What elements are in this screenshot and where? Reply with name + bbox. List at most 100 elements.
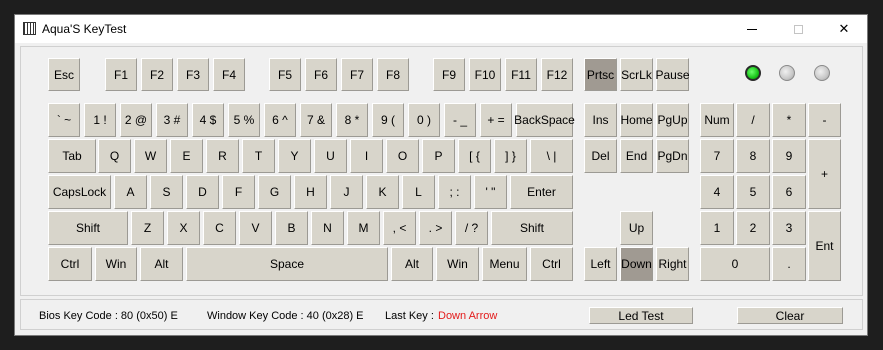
key-num-enter[interactable]: Ent: [808, 211, 841, 281]
key-equals[interactable]: + =: [480, 103, 512, 137]
key-num-dot[interactable]: .: [772, 247, 806, 281]
key-f2[interactable]: F2: [141, 58, 173, 91]
key-semicolon[interactable]: ; :: [438, 175, 471, 209]
key-num-plus[interactable]: +: [808, 139, 841, 209]
key-f12[interactable]: F12: [541, 58, 573, 91]
key-num-div[interactable]: /: [736, 103, 770, 137]
key-prtsc[interactable]: Prtsc: [584, 58, 617, 91]
key-a[interactable]: A: [114, 175, 147, 209]
key-rshift[interactable]: Shift: [491, 211, 573, 245]
minimize-button[interactable]: [729, 15, 775, 43]
key-end[interactable]: End: [620, 139, 653, 173]
key-n[interactable]: N: [311, 211, 344, 245]
key-f9[interactable]: F9: [433, 58, 465, 91]
key-num-minus[interactable]: -: [808, 103, 841, 137]
key-f8[interactable]: F8: [377, 58, 409, 91]
key-pgup[interactable]: PgUp: [656, 103, 689, 137]
key-c[interactable]: C: [203, 211, 236, 245]
key-slash[interactable]: / ?: [455, 211, 488, 245]
key-f3[interactable]: F3: [177, 58, 209, 91]
key-num8[interactable]: 8: [736, 139, 770, 173]
key-minus[interactable]: - _: [444, 103, 476, 137]
key-f5[interactable]: F5: [269, 58, 301, 91]
key-backtick[interactable]: ` ~: [48, 103, 80, 137]
key-k[interactable]: K: [366, 175, 399, 209]
key-m[interactable]: M: [347, 211, 380, 245]
key-9[interactable]: 9 (: [372, 103, 404, 137]
key-pgdn[interactable]: PgDn: [656, 139, 689, 173]
key-left[interactable]: Left: [584, 247, 617, 281]
close-button[interactable]: ✕: [821, 15, 867, 43]
key-tab[interactable]: Tab: [48, 139, 96, 173]
key-num1[interactable]: 1: [700, 211, 734, 245]
key-num-mul[interactable]: *: [772, 103, 806, 137]
key-z[interactable]: Z: [131, 211, 164, 245]
key-q[interactable]: Q: [98, 139, 131, 173]
key-f10[interactable]: F10: [469, 58, 501, 91]
key-lwin[interactable]: Win: [95, 247, 137, 281]
key-o[interactable]: O: [386, 139, 419, 173]
key-b[interactable]: B: [275, 211, 308, 245]
key-comma[interactable]: , <: [383, 211, 416, 245]
key-f7[interactable]: F7: [341, 58, 373, 91]
clear-button[interactable]: Clear: [737, 307, 843, 324]
key-d[interactable]: D: [186, 175, 219, 209]
led-test-button[interactable]: Led Test: [589, 307, 693, 324]
key-8[interactable]: 8 *: [336, 103, 368, 137]
key-backspace[interactable]: BackSpace: [514, 103, 575, 137]
key-ralt[interactable]: Alt: [391, 247, 433, 281]
key-4[interactable]: 4 $: [192, 103, 224, 137]
key-quote[interactable]: ' ": [474, 175, 507, 209]
title-bar[interactable]: Aqua'S KeyTest ✕: [15, 15, 867, 43]
key-num2[interactable]: 2: [736, 211, 770, 245]
key-backslash[interactable]: \ |: [530, 139, 573, 173]
key-f11[interactable]: F11: [505, 58, 537, 91]
key-num7[interactable]: 7: [700, 139, 734, 173]
key-numlock[interactable]: Num: [700, 103, 734, 137]
key-5[interactable]: 5 %: [228, 103, 260, 137]
key-space[interactable]: Space: [186, 247, 388, 281]
key-scrlk[interactable]: ScrLk: [620, 58, 653, 91]
key-7[interactable]: 7 &: [300, 103, 332, 137]
key-num0[interactable]: 0: [700, 247, 770, 281]
key-f1[interactable]: F1: [105, 58, 137, 91]
key-6[interactable]: 6 ^: [264, 103, 296, 137]
key-menu[interactable]: Menu: [482, 247, 527, 281]
key-lbracket[interactable]: [ {: [458, 139, 491, 173]
key-w[interactable]: W: [134, 139, 167, 173]
key-e[interactable]: E: [170, 139, 203, 173]
key-p[interactable]: P: [422, 139, 455, 173]
key-x[interactable]: X: [167, 211, 200, 245]
key-capslock[interactable]: CapsLock: [48, 175, 111, 209]
key-del[interactable]: Del: [584, 139, 617, 173]
key-home[interactable]: Home: [620, 103, 653, 137]
key-lshift[interactable]: Shift: [48, 211, 128, 245]
key-num4[interactable]: 4: [700, 175, 734, 209]
key-ins[interactable]: Ins: [584, 103, 617, 137]
key-u[interactable]: U: [314, 139, 347, 173]
key-enter[interactable]: Enter: [510, 175, 573, 209]
key-h[interactable]: H: [294, 175, 327, 209]
key-i[interactable]: I: [350, 139, 383, 173]
key-2[interactable]: 2 @: [120, 103, 152, 137]
key-period[interactable]: . >: [419, 211, 452, 245]
key-lctrl[interactable]: Ctrl: [48, 247, 92, 281]
key-rbracket[interactable]: ] }: [494, 139, 527, 173]
key-3[interactable]: 3 #: [156, 103, 188, 137]
key-num9[interactable]: 9: [772, 139, 806, 173]
key-0[interactable]: 0 ): [408, 103, 440, 137]
key-esc[interactable]: Esc: [48, 58, 80, 91]
key-g[interactable]: G: [258, 175, 291, 209]
key-f4[interactable]: F4: [213, 58, 245, 91]
key-v[interactable]: V: [239, 211, 272, 245]
key-f[interactable]: F: [222, 175, 255, 209]
key-down[interactable]: Down: [620, 247, 653, 281]
key-pause[interactable]: Pause: [655, 58, 690, 91]
key-right[interactable]: Right: [656, 247, 689, 281]
key-f6[interactable]: F6: [305, 58, 337, 91]
key-up[interactable]: Up: [620, 211, 653, 245]
key-rctrl[interactable]: Ctrl: [530, 247, 573, 281]
key-j[interactable]: J: [330, 175, 363, 209]
key-t[interactable]: T: [242, 139, 275, 173]
key-r[interactable]: R: [206, 139, 239, 173]
